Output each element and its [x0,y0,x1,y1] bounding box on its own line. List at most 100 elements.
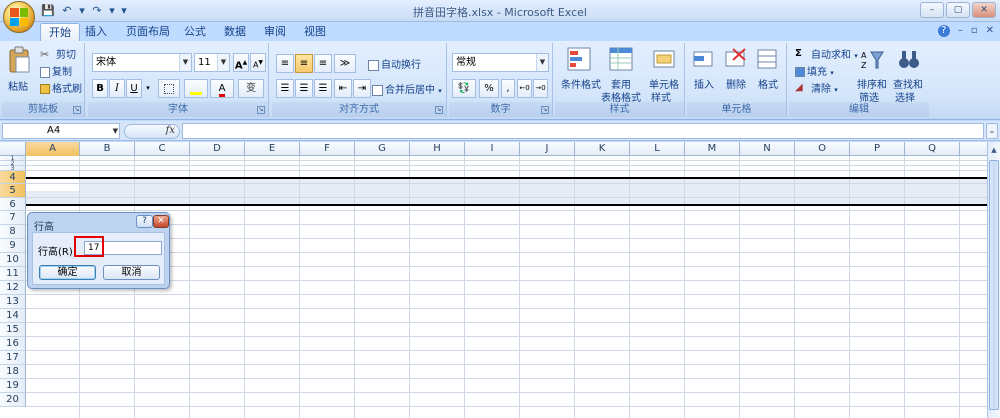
comma-button[interactable]: , [501,79,515,98]
row-header-19[interactable]: 19 [0,379,26,393]
column-header-g[interactable]: G [355,142,410,156]
paste-button[interactable]: 粘贴 [6,45,32,93]
tab-formulas[interactable]: 公式 [178,23,212,41]
column-header-o[interactable]: O [795,142,850,156]
wrap-text-button[interactable]: 自动换行 [368,56,421,71]
row-header-9[interactable]: 9 [0,239,26,253]
underline-dropdown-icon[interactable]: ▾ [143,79,153,98]
clear-button[interactable]: ◢ 清除 ▾ [795,80,838,96]
formula-input[interactable] [182,123,984,139]
ok-button[interactable]: 确定 [39,265,96,280]
row-header-11[interactable]: 11 [0,267,26,281]
align-middle-button[interactable]: ≡ [295,54,313,73]
cancel-button[interactable]: 取消 [103,265,160,280]
dialog-close-button[interactable]: ✕ [153,215,169,228]
align-center-button[interactable]: ☰ [295,79,313,98]
column-header-c[interactable]: C [135,142,190,156]
font-launcher-icon[interactable]: ↘ [257,106,265,114]
percent-button[interactable]: % [479,79,499,98]
select-all-button[interactable] [0,142,26,156]
column-header-l[interactable]: L [630,142,685,156]
phonetic-button[interactable]: 变 [238,79,264,98]
column-header-n[interactable]: N [740,142,795,156]
font-name-dropdown-icon[interactable]: ▼ [179,54,191,71]
tab-insert[interactable]: 插入 [80,23,112,41]
shrink-font-button[interactable]: A▼ [250,53,266,72]
row-header-16[interactable]: 16 [0,337,26,351]
number-launcher-icon[interactable]: ↘ [541,106,549,114]
column-header-e[interactable]: E [245,142,300,156]
fill-dropdown-icon[interactable]: ▾ [830,69,834,77]
column-header-d[interactable]: D [190,142,245,156]
number-format-dropdown-icon[interactable]: ▼ [536,54,548,71]
currency-button[interactable]: 💱 [452,79,476,98]
row-header-4[interactable]: 4 [0,171,26,184]
font-size-combo[interactable]: 11 ▼ [194,53,230,72]
bold-button[interactable]: B [92,79,108,98]
grow-font-button[interactable]: A▲ [233,53,249,72]
row-header-18[interactable]: 18 [0,365,26,379]
row-header-13[interactable]: 13 [0,295,26,309]
name-box-dropdown-icon[interactable]: ▼ [113,124,118,138]
orientation-button[interactable]: ≫ [334,54,356,73]
cut-button[interactable]: ✂ 剪切 [40,46,76,62]
row-header-12[interactable]: 12 [0,281,26,295]
scroll-thumb[interactable] [989,160,999,410]
help-icon[interactable]: ? [937,25,950,37]
column-header-p[interactable]: P [850,142,905,156]
tab-view[interactable]: 视图 [298,23,332,41]
delete-cells-button[interactable]: 删除 [721,45,751,101]
font-size-dropdown-icon[interactable]: ▼ [217,54,229,71]
cell-styles-button[interactable]: 单元格 样式 [645,45,683,104]
scroll-up-icon[interactable]: ▲ [988,144,1000,156]
format-cells-button[interactable]: 格式 [753,45,783,101]
align-right-button[interactable]: ☰ [314,79,332,98]
name-box[interactable]: A4 ▼ [2,123,120,139]
active-cell-a4[interactable] [26,178,80,191]
clear-dropdown-icon[interactable]: ▾ [834,86,838,94]
workbook-minimize-button[interactable]: – [958,25,963,37]
row-header-8[interactable]: 8 [0,225,26,239]
font-name-combo[interactable]: 宋体 ▼ [92,53,192,72]
align-left-button[interactable]: ☰ [276,79,294,98]
merge-dropdown-icon[interactable]: ▾ [438,87,442,95]
underline-button[interactable]: U [126,79,142,98]
format-painter-button[interactable]: 格式刷 [40,80,82,95]
decrease-indent-button[interactable]: ⇤ [334,79,352,98]
column-header-i[interactable]: I [465,142,520,156]
row-header-17[interactable]: 17 [0,351,26,365]
row-header-10[interactable]: 10 [0,253,26,267]
insert-cells-button[interactable]: 插入 [689,45,719,101]
column-header-h[interactable]: H [410,142,465,156]
workbook-close-button[interactable]: ✕ [986,25,994,37]
row-header-14[interactable]: 14 [0,309,26,323]
office-button[interactable] [3,1,35,33]
column-header-j[interactable]: J [520,142,575,156]
tab-home[interactable]: 开始 [40,23,80,41]
close-button[interactable]: ✕ [972,2,996,18]
column-header-a[interactable]: A [26,142,80,156]
clipboard-launcher-icon[interactable]: ↘ [73,106,81,114]
column-header-q[interactable]: Q [905,142,960,156]
column-header-m[interactable]: M [685,142,740,156]
font-color-button[interactable]: A [210,79,234,98]
conditional-formatting-button[interactable]: 条件格式 [558,45,601,101]
alignment-launcher-icon[interactable]: ↘ [435,106,443,114]
minimize-button[interactable]: – [920,2,944,18]
increase-indent-button[interactable]: ⇥ [353,79,371,98]
column-header-k[interactable]: K [575,142,630,156]
fill-color-button[interactable] [184,79,208,98]
copy-button[interactable]: 复制 [40,63,72,78]
row-header-7[interactable]: 7 [0,211,26,225]
row-header-20[interactable]: 20 [0,393,26,407]
sort-filter-button[interactable]: AZ 排序和 筛选 [855,45,889,104]
column-header-b[interactable]: B [80,142,135,156]
insert-function-button[interactable]: fx [124,124,180,139]
row-header-5[interactable]: 5 [0,184,26,198]
row-header-15[interactable]: 15 [0,323,26,337]
increase-decimal-button[interactable]: ←0 [517,79,532,98]
find-select-button[interactable]: 查找和 选择 [891,45,925,104]
row-header-6[interactable]: 6 [0,198,26,211]
borders-button[interactable] [158,79,180,98]
expand-formula-bar-icon[interactable]: ⌄ [986,123,998,139]
